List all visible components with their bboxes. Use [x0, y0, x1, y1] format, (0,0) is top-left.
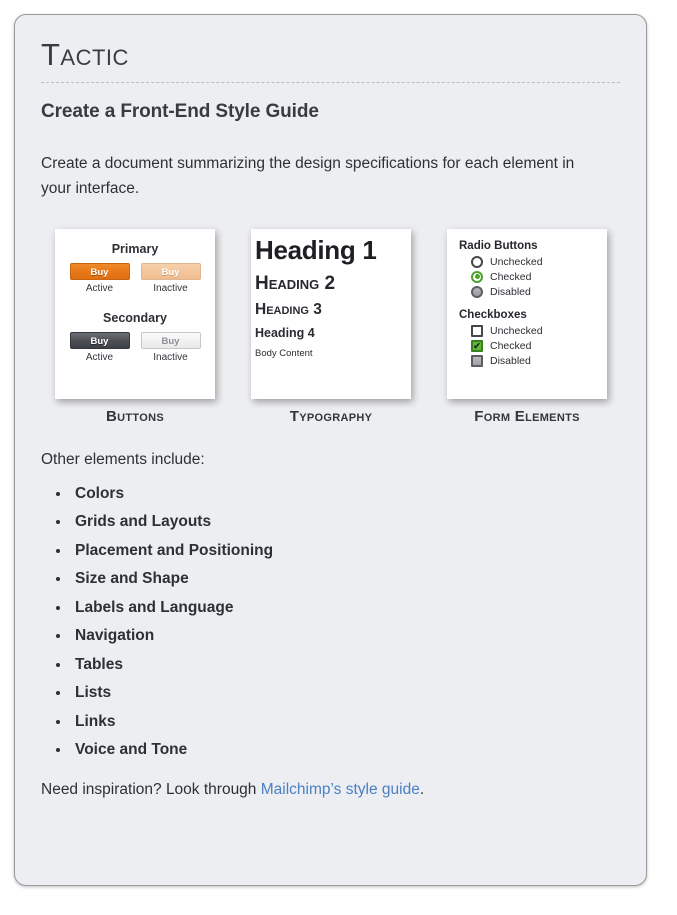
inspiration-prefix: Need inspiration? Look through: [41, 781, 261, 799]
typography-card-caption: Typography: [289, 407, 373, 425]
tactic-card: Tactic Create a Front-End Style Guide Cr…: [14, 14, 647, 886]
secondary-active-button[interactable]: Buy: [69, 331, 130, 349]
list-item: Voice and Tone: [71, 741, 620, 759]
secondary-active-cell: Buy Active: [69, 331, 130, 363]
checkboxes-title: Checkboxes: [459, 308, 527, 321]
secondary-inactive-button: Buy: [140, 331, 201, 349]
radio-row-disabled: Disabled: [471, 285, 595, 298]
inspiration-note: Need inspiration? Look through Mailchimp…: [41, 781, 620, 799]
buttons-card: Primary Buy Active Buy Inactive Secondar…: [55, 228, 215, 399]
radio-unchecked-label: Unchecked: [490, 255, 543, 268]
checkbox-row-disabled: Disabled: [471, 354, 595, 367]
list-item: Placement and Positioning: [71, 542, 620, 560]
secondary-button-row: Buy Active Buy Inactive: [67, 331, 203, 363]
radio-row-checked[interactable]: Checked: [471, 270, 595, 283]
list-item: Grids and Layouts: [71, 513, 620, 531]
list-item: Size and Shape: [71, 570, 620, 588]
secondary-group-title: Secondary: [103, 310, 167, 325]
radio-row-unchecked[interactable]: Unchecked: [471, 255, 595, 268]
checkbox-unchecked-label: Unchecked: [490, 324, 543, 337]
list-item: Navigation: [71, 627, 620, 645]
other-elements-list: Colors Grids and Layouts Placement and P…: [45, 485, 620, 760]
list-item: Tables: [71, 656, 620, 674]
checkbox-disabled-label: Disabled: [490, 354, 531, 367]
secondary-inactive-cell: Buy Inactive: [140, 331, 201, 363]
heading2-sample: Heading 2: [255, 272, 336, 294]
primary-inactive-label: Inactive: [153, 282, 188, 294]
typography-card: Heading 1 Heading 2 Heading 3 Heading 4 …: [251, 228, 411, 399]
button-groups-spacer: [67, 294, 203, 308]
buttons-card-caption: Buttons: [106, 407, 164, 425]
form-elements-card: Radio Buttons Unchecked Checked Disabled…: [447, 228, 607, 399]
primary-button-row: Buy Active Buy Inactive: [67, 262, 203, 294]
checkbox-checked-icon[interactable]: ✔: [471, 339, 483, 352]
secondary-active-label: Active: [85, 351, 114, 363]
radio-buttons-title: Radio Buttons: [459, 239, 538, 252]
primary-active-button[interactable]: Buy: [69, 262, 130, 280]
inspiration-suffix: .: [419, 781, 425, 799]
checkbox-disabled-icon: [471, 354, 483, 367]
primary-active-cell: Buy Active: [69, 262, 130, 294]
typography-card-wrap: Heading 1 Heading 2 Heading 3 Heading 4 …: [251, 228, 411, 425]
body-content-sample: Body Content: [255, 347, 313, 359]
list-item: Labels and Language: [71, 599, 620, 617]
primary-inactive-cell: Buy Inactive: [140, 262, 201, 294]
heading3-sample: Heading 3: [255, 300, 322, 318]
example-cards-row: Primary Buy Active Buy Inactive Secondar…: [55, 228, 620, 425]
buttons-card-wrap: Primary Buy Active Buy Inactive Secondar…: [55, 228, 215, 425]
checkbox-row-unchecked[interactable]: Unchecked: [471, 324, 595, 337]
list-item: Lists: [71, 684, 620, 702]
header-divider: [41, 81, 620, 83]
form-elements-card-wrap: Radio Buttons Unchecked Checked Disabled…: [447, 228, 607, 425]
form-elements-card-caption: Form Elements: [474, 407, 580, 425]
secondary-inactive-label: Inactive: [153, 351, 188, 363]
lead-paragraph: Create a document summarizing the design…: [41, 154, 575, 197]
other-elements-label: Other elements include:: [41, 450, 205, 468]
checkbox-row-checked[interactable]: ✔ Checked: [471, 339, 595, 352]
list-item: Links: [71, 713, 620, 731]
page-kicker: Tactic: [41, 37, 129, 72]
radio-disabled-label: Disabled: [490, 285, 531, 298]
radio-disabled-icon: [471, 285, 483, 298]
radio-checked-icon[interactable]: [471, 270, 483, 283]
primary-active-label: Active: [85, 282, 114, 294]
page-title: Create a Front-End Style Guide: [41, 100, 319, 122]
primary-inactive-button: Buy: [140, 262, 201, 280]
radio-checked-label: Checked: [490, 270, 532, 283]
radio-dot: [474, 274, 480, 280]
mailchimp-style-guide-link[interactable]: Mailchimp’s style guide: [261, 781, 420, 798]
card-content: Tactic Create a Front-End Style Guide Cr…: [15, 15, 646, 799]
list-item: Colors: [71, 485, 620, 503]
heading1-sample: Heading 1: [255, 234, 377, 265]
primary-group-title: Primary: [111, 241, 159, 256]
radio-unchecked-icon[interactable]: [471, 255, 483, 268]
checkbox-checked-label: Checked: [490, 339, 532, 352]
heading4-sample: Heading 4: [255, 325, 315, 340]
checkbox-unchecked-icon[interactable]: [471, 324, 483, 337]
